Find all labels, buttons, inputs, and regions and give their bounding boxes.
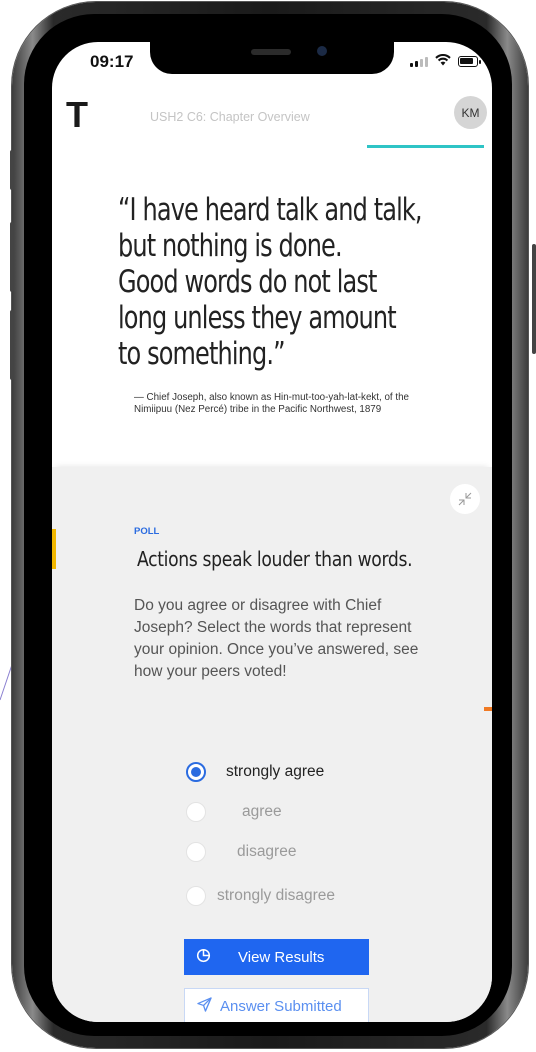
notch <box>150 42 394 74</box>
option-label: strongly agree <box>226 763 325 780</box>
collapse-button[interactable] <box>450 484 480 514</box>
radio-unselected[interactable] <box>186 802 206 822</box>
view-results-button[interactable]: View Results <box>184 939 369 975</box>
signal-icon <box>410 55 428 67</box>
progress-indicator <box>367 145 484 148</box>
poll-label: POLL <box>134 526 160 537</box>
wifi-icon <box>435 53 451 68</box>
option-label: agree <box>242 803 282 820</box>
status-time: 09:17 <box>90 52 134 71</box>
app-logo[interactable]: T <box>66 94 88 136</box>
answer-submitted-button[interactable]: Answer Submitted <box>184 988 369 1022</box>
volume-down-button <box>10 310 14 380</box>
page-title: USH2 C6: Chapter Overview <box>150 110 310 124</box>
status-icons <box>410 53 481 68</box>
radio-unselected[interactable] <box>186 886 206 906</box>
avatar[interactable]: KM <box>454 96 487 129</box>
front-camera <box>317 46 327 56</box>
quote-text: “I have heard talk and talk, but nothing… <box>118 192 423 372</box>
quote-attribution: — Chief Joseph, also known as Hin-mut-to… <box>134 392 409 415</box>
accent-bar-left <box>52 529 56 569</box>
quote-line: Good words do not last <box>118 264 377 300</box>
power-button <box>532 244 536 354</box>
radio-unselected[interactable] <box>186 842 206 862</box>
quote-line: long unless they amount <box>118 300 397 336</box>
quote-line: to something.” <box>118 336 286 372</box>
mute-switch <box>10 150 14 190</box>
accent-bar-right <box>484 707 492 711</box>
option-label: strongly disagree <box>217 887 336 904</box>
option-agree[interactable]: agree <box>186 802 282 822</box>
poll-heading: Actions speak louder than words. <box>137 547 413 571</box>
battery-icon <box>458 55 481 67</box>
view-results-label: View Results <box>238 948 325 966</box>
quote-line: but nothing is done. <box>118 228 343 264</box>
poll-prompt: Do you agree or disagree with Chief Jose… <box>134 597 419 680</box>
quote-line: “I have heard talk and talk, <box>118 192 423 228</box>
option-disagree[interactable]: disagree <box>186 842 296 862</box>
pie-chart-icon <box>196 948 218 967</box>
option-label: disagree <box>237 843 297 860</box>
poll-card: POLL Actions speak louder than words. Do… <box>52 467 492 1022</box>
collapse-icon <box>458 492 472 506</box>
answer-submitted-label: Answer Submitted <box>220 997 342 1015</box>
phone-screen: 09:17 T USH2 C6: Chapter Overview KM “I … <box>52 42 492 1022</box>
speaker <box>251 49 291 55</box>
radio-selected[interactable] <box>186 762 206 782</box>
volume-up-button <box>10 222 14 292</box>
send-icon <box>197 996 217 1016</box>
option-strongly-disagree[interactable]: strongly disagree <box>186 886 335 906</box>
option-strongly-agree[interactable]: strongly agree <box>186 762 324 782</box>
